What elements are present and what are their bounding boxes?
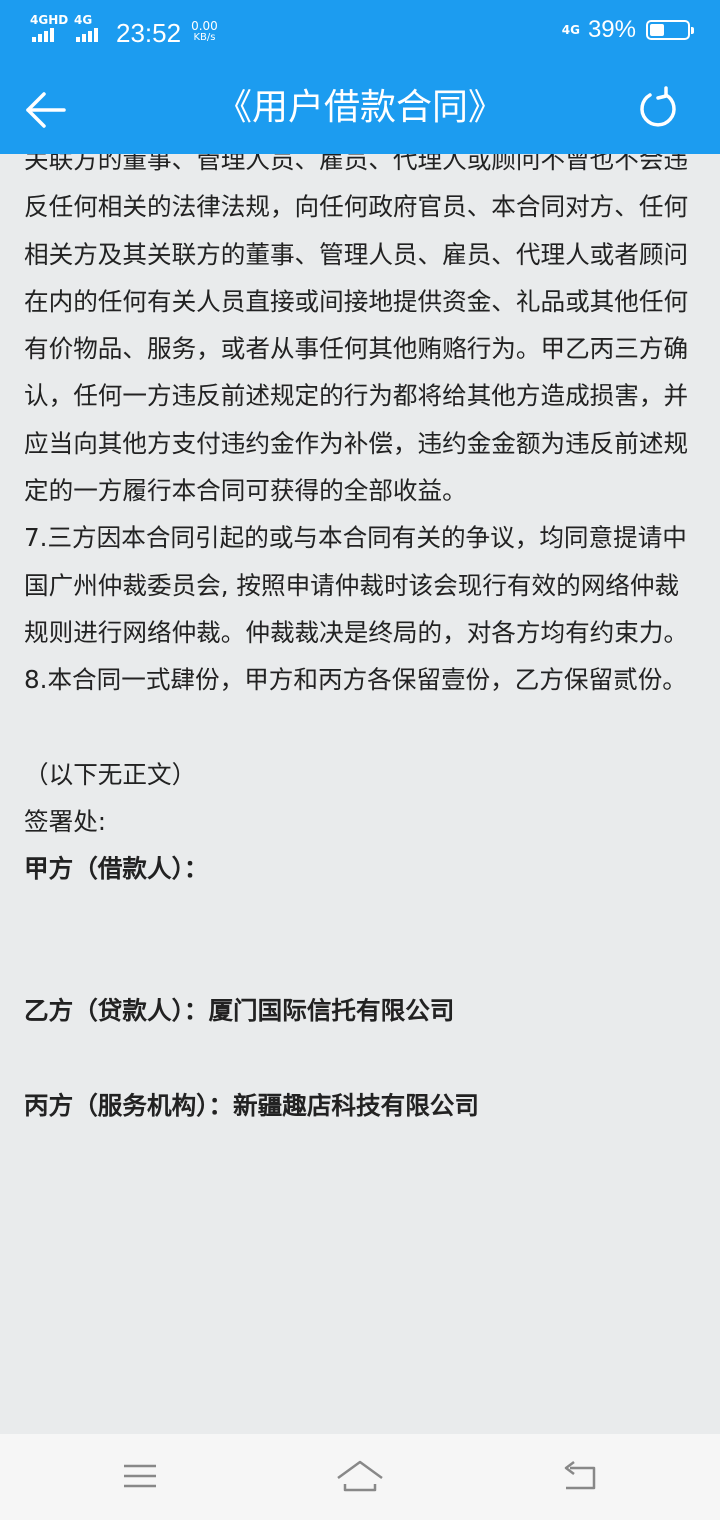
- sim2-label: 4G: [74, 13, 93, 27]
- app-header: 4GHD 4G 23:52 0.00 KB/s 4G 39% 《用户借款合同》: [0, 0, 720, 154]
- contract-body: 关联方的董事、管理人员、雇员、代理人或顾问不曾也不会违反任何相关的法律法规，向任…: [24, 154, 696, 1129]
- sim1-label: 4GHD: [30, 13, 69, 27]
- status-bar: 4GHD 4G 23:52 0.00 KB/s 4G 39%: [0, 0, 720, 64]
- signal-sim1-icon: 4GHD: [30, 14, 68, 44]
- battery-icon: [646, 20, 694, 40]
- contract-paragraph: 关联方的董事、管理人员、雇员、代理人或顾问不曾也不会违反任何相关的法律法规，向任…: [24, 154, 689, 506]
- refresh-icon[interactable]: [634, 86, 682, 134]
- party-a: 甲方（借款人）：: [24, 854, 209, 884]
- page-title: 《用户借款合同》: [215, 87, 504, 128]
- title-bar: 《用户借款合同》: [0, 64, 720, 154]
- system-nav-bar: [0, 1434, 720, 1520]
- no-more-text: （以下无正文）: [24, 759, 197, 789]
- signal-sim2-icon: 4G: [74, 14, 108, 44]
- network-type-icon: 4G: [561, 23, 580, 37]
- signature-label: 签署处:: [24, 806, 107, 836]
- clock: 23:52: [116, 18, 182, 48]
- contract-scroll-area[interactable]: 关联方的董事、管理人员、雇员、代理人或顾问不曾也不会违反任何相关的法律法规，向任…: [0, 154, 720, 1434]
- contract-paragraph: 7.三方因本合同引起的或与本合同有关的争议，均同意提请中国广州仲裁委员会, 按照…: [24, 523, 689, 647]
- contract-paragraph: 8.本合同一式肆份，甲方和丙方各保留壹份，乙方保留贰份。: [24, 665, 687, 695]
- party-c: 丙方（服务机构）：新疆趣店科技有限公司: [24, 1090, 479, 1120]
- menu-icon[interactable]: [116, 1458, 164, 1494]
- battery-percent: 39%: [587, 16, 636, 43]
- speed-value: 0.00: [191, 19, 218, 33]
- back-icon[interactable]: [556, 1458, 604, 1494]
- home-icon[interactable]: [336, 1458, 384, 1494]
- network-speed: 0.00 KB/s: [191, 20, 218, 44]
- party-b: 乙方（贷款人）：厦门国际信托有限公司: [24, 996, 455, 1026]
- arrow-left-icon[interactable]: [22, 86, 70, 134]
- speed-unit: KB/s: [193, 32, 216, 43]
